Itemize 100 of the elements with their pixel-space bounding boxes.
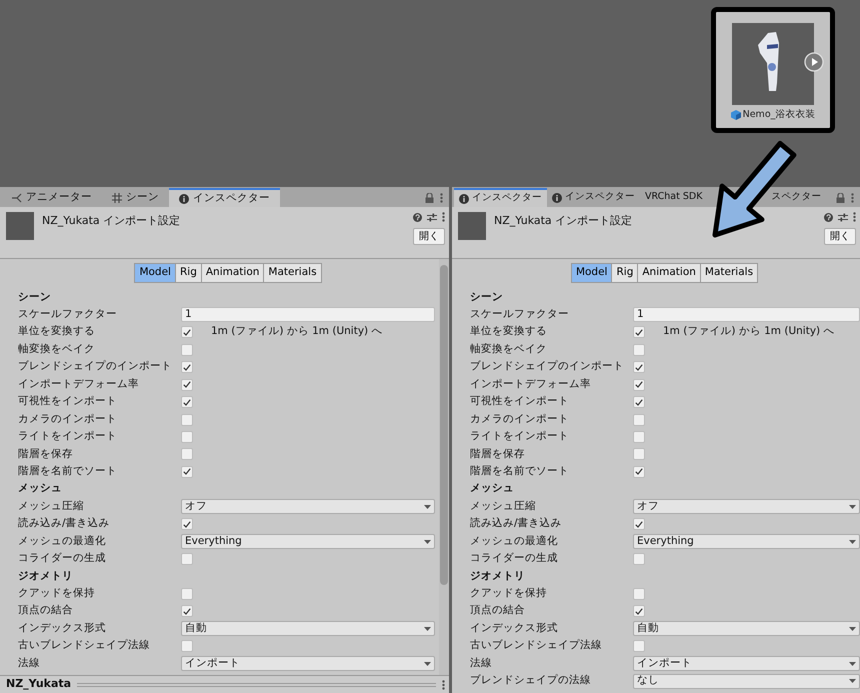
import-tab[interactable]: Materials: [700, 263, 758, 283]
import-tab[interactable]: Rig: [174, 263, 202, 283]
panel-tab[interactable]: アニメーター: [2, 188, 102, 207]
setting-label: 古いブレンドシェイプ法線: [18, 638, 151, 654]
unit-note: 1m (ファイル) から 1m (Unity) へ: [663, 324, 834, 340]
setting-label: ライトをインポート: [18, 429, 118, 444]
checkbox[interactable]: [633, 361, 645, 374]
dropdown[interactable]: インポート: [633, 656, 860, 672]
setting-label: メッシュ圧縮: [470, 498, 537, 514]
dropdown[interactable]: Everything: [181, 534, 435, 550]
panel-tab[interactable]: インスペクター: [547, 188, 640, 207]
checkbox[interactable]: [181, 378, 193, 391]
checkbox[interactable]: [633, 605, 645, 618]
checkbox[interactable]: [633, 448, 645, 460]
more-icon[interactable]: [851, 192, 854, 202]
setting-label: 階層を保存: [18, 446, 74, 462]
checkbox[interactable]: [633, 553, 645, 566]
checkbox[interactable]: [181, 361, 193, 374]
import-tab[interactable]: Rig: [611, 263, 638, 283]
section-heading: メッシュ: [470, 481, 514, 496]
checkbox[interactable]: [181, 553, 193, 566]
setting-label: メッシュ圧縮: [18, 498, 85, 514]
play-icon[interactable]: [804, 52, 824, 72]
checkbox[interactable]: [181, 448, 193, 460]
help-icon[interactable]: [412, 212, 422, 222]
checkbox[interactable]: [633, 430, 645, 443]
checkbox[interactable]: [181, 640, 193, 652]
input-field[interactable]: 1: [633, 307, 860, 322]
dropdown[interactable]: オフ: [633, 499, 860, 514]
checkbox[interactable]: [633, 518, 645, 530]
dropdown[interactable]: オフ: [181, 499, 435, 514]
panel-tab[interactable]: VRChat SDK: [640, 188, 708, 207]
more-icon[interactable]: [440, 192, 443, 202]
caret-icon: [424, 626, 431, 631]
caret-icon: [424, 540, 431, 544]
asset-name: Nemo_浴衣衣装: [742, 108, 816, 122]
checkbox[interactable]: [633, 396, 645, 408]
dropdown[interactable]: 自動: [633, 621, 860, 636]
setting-label: インデックス形式: [470, 620, 559, 636]
checkbox[interactable]: [181, 344, 193, 356]
checkbox[interactable]: [633, 414, 645, 426]
setting-label: 法線: [18, 656, 41, 671]
checkbox[interactable]: [181, 326, 193, 338]
caret-icon: [849, 504, 856, 509]
import-tab[interactable]: Animation: [200, 263, 264, 283]
info-icon: [552, 192, 562, 202]
lock-icon[interactable]: [836, 192, 845, 202]
setting-label: ブレンドシェイプのインポート: [18, 359, 173, 374]
unit-note: 1m (ファイル) から 1m (Unity) へ: [211, 324, 382, 340]
checkbox[interactable]: [633, 466, 645, 478]
import-tab[interactable]: Materials: [263, 263, 322, 283]
info-icon: [459, 194, 469, 204]
dropdown[interactable]: Everything: [633, 534, 860, 550]
checkbox[interactable]: [633, 344, 645, 356]
setting-label: 法線: [470, 656, 493, 671]
checkbox[interactable]: [633, 378, 645, 391]
preview-title: NZ_Yukata: [6, 676, 72, 692]
setting-label: 古いブレンドシェイプ法線: [470, 638, 603, 654]
dropdown[interactable]: 自動: [181, 621, 435, 636]
panel-tab[interactable]: インスペクター: [169, 188, 280, 207]
panel-tab[interactable]: スペクター: [769, 188, 826, 207]
dropdown[interactable]: インポート: [181, 656, 435, 672]
checkbox[interactable]: [181, 466, 193, 478]
caret-icon: [849, 662, 856, 666]
sliders-icon[interactable]: [426, 212, 437, 222]
more-icon[interactable]: [442, 680, 445, 690]
setting-label: クアッドを保持: [18, 586, 96, 602]
checkbox[interactable]: [181, 605, 193, 618]
asset-tile[interactable]: Nemo_浴衣衣装: [711, 7, 835, 133]
branch-icon: [12, 192, 22, 202]
sliders-icon[interactable]: [838, 212, 848, 222]
import-tab[interactable]: Animation: [637, 263, 701, 283]
open-button[interactable]: 開く: [413, 228, 445, 245]
checkbox[interactable]: [633, 588, 645, 600]
more-icon[interactable]: [442, 212, 445, 222]
setting-label: 読み込み/書き込み: [470, 516, 563, 532]
setting-label: 頂点の結合: [18, 603, 74, 618]
checkbox[interactable]: [181, 588, 193, 600]
open-button[interactable]: 開く: [824, 228, 856, 245]
checkbox[interactable]: [181, 518, 193, 530]
setting-label: メッシュの最適化: [18, 534, 107, 549]
resize-handle[interactable]: [77, 682, 436, 686]
panel-tab[interactable]: シーン: [102, 188, 169, 207]
checkbox[interactable]: [181, 430, 193, 443]
checkbox[interactable]: [181, 414, 193, 426]
dropdown[interactable]: なし: [633, 674, 860, 689]
setting-label: ライトをインポート: [470, 429, 570, 444]
import-tab[interactable]: Model: [134, 263, 176, 283]
info-icon: [179, 194, 189, 204]
panel-tab[interactable]: インスペクター: [454, 188, 547, 207]
checkbox[interactable]: [181, 396, 193, 408]
import-tab[interactable]: Model: [570, 263, 612, 283]
lock-icon[interactable]: [425, 192, 434, 202]
scrollbar[interactable]: [439, 259, 449, 675]
checkbox[interactable]: [633, 640, 645, 652]
setting-label: カメラのインポート: [18, 412, 118, 427]
help-icon[interactable]: [824, 212, 832, 222]
checkbox[interactable]: [633, 326, 645, 338]
input-field[interactable]: 1: [181, 307, 435, 322]
more-icon[interactable]: [853, 212, 856, 222]
